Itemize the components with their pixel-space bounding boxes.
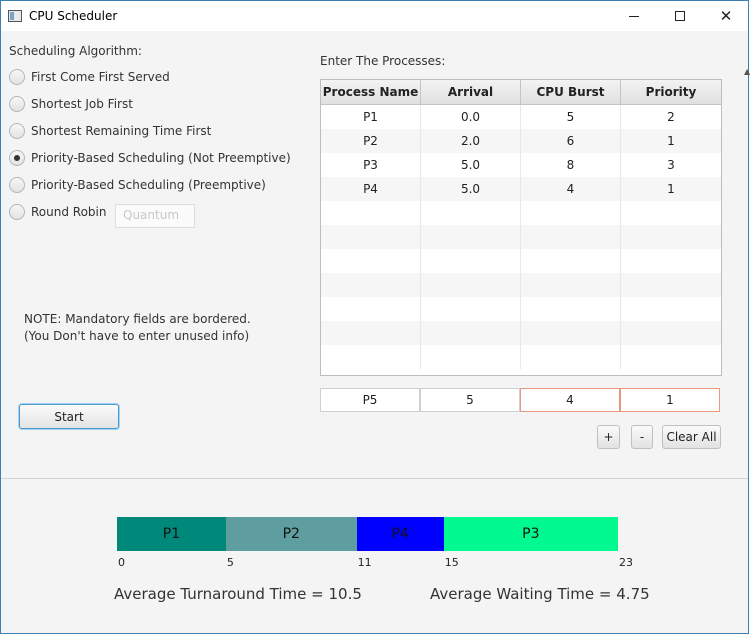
empty-row [321,201,721,225]
empty-row [321,225,721,249]
cell-arrival: 5.0 [421,177,521,201]
app-window: CPU Scheduler ✕ Scheduling Algorithm: Fi… [0,0,751,634]
radio-round-robin[interactable]: Round Robin [9,203,106,221]
priority-input[interactable]: 1 [620,388,720,412]
radio-priority-nonpreemptive[interactable]: Priority-Based Scheduling (Not Preemptiv… [9,149,291,167]
window-title: CPU Scheduler [29,9,118,23]
cell-arrival: 5.0 [421,153,521,177]
avg-waiting-time: Average Waiting Time = 4.75 [430,585,650,603]
table-header: Process Name Arrival CPU Burst Priority [321,80,721,105]
empty-row [321,321,721,345]
radio-label: Shortest Remaining Time First [31,124,212,138]
column-header-arrival[interactable]: Arrival [421,80,521,104]
table-row[interactable]: P2 2.0 6 1 [321,129,721,153]
note-line-1: NOTE: Mandatory fields are bordered. [24,312,251,326]
cell-priority: 2 [667,110,675,124]
table-row[interactable]: P3 5.0 8 3 [321,153,721,177]
radio-label: First Come First Served [31,70,170,84]
cell-priority: 3 [667,158,675,172]
title-bar: CPU Scheduler ✕ [1,1,748,31]
column-header-priority[interactable]: Priority [621,80,721,104]
cell-cpu-burst: 4 [521,177,621,201]
cell-process-name: P4 [321,177,421,201]
gantt-block-p2: P2 [225,517,357,551]
minimize-button[interactable] [611,1,657,31]
cell-process-name: P3 [321,153,421,177]
gantt-tick-label: 23 [619,556,633,569]
processes-heading: Enter The Processes: [320,54,446,68]
table-row[interactable]: P4 5.0 4 1 [321,177,721,201]
table-row[interactable]: P1 0.0 5 2 [321,105,721,129]
cell-process-name: P1 [321,105,421,129]
cell-cpu-burst: 6 [521,129,621,153]
maximize-button[interactable] [657,1,703,31]
note-line-2: (You Don't have to enter unused info) [24,329,250,343]
cell-arrival: 2.0 [421,129,521,153]
avg-turnaround-time: Average Turnaround Time = 10.5 [114,585,362,603]
column-header-process-name[interactable]: Process Name [321,80,421,104]
close-button[interactable]: ✕ [703,1,749,31]
cell-priority: 1 [667,182,675,196]
radio-fcfs[interactable]: First Come First Served [9,68,170,86]
radio-srtf[interactable]: Shortest Remaining Time First [9,122,211,140]
arrival-input[interactable]: 5 [420,388,520,412]
radio-label: Priority-Based Scheduling (Preemptive) [31,178,266,192]
empty-row [321,249,721,273]
radio-priority-preemptive[interactable]: Priority-Based Scheduling (Preemptive) [9,176,266,194]
radio-button[interactable] [9,69,25,85]
radio-button[interactable] [9,123,25,139]
gantt-tick-label: 0 [118,556,125,569]
gantt-block-p1: P1 [117,517,226,551]
empty-row [321,297,721,321]
radio-button-selected[interactable] [9,150,25,166]
radio-sjf[interactable]: Shortest Job First [9,95,133,113]
column-header-cpu-burst[interactable]: CPU Burst [521,80,621,104]
section-divider [1,478,748,479]
clear-all-button[interactable]: Clear All [662,425,721,449]
maximize-icon [675,11,685,21]
gantt-tick-label: 5 [226,556,234,569]
radio-button[interactable] [9,204,25,220]
cell-arrival: 0.0 [421,105,521,129]
radio-button[interactable] [9,96,25,112]
resize-edge-icon: ▲ [744,67,751,76]
cell-priority: 1 [667,134,675,148]
cell-cpu-burst: 8 [521,153,621,177]
gantt-tick-label: 11 [357,556,372,569]
gantt-block-p4: P4 [356,517,444,551]
cpu-burst-input[interactable]: 4 [520,388,620,412]
gantt-block-p3: P3 [443,517,618,551]
gantt-tick-label: 15 [444,556,459,569]
radio-label: Priority-Based Scheduling (Not Preemptiv… [31,151,291,165]
close-icon: ✕ [719,7,733,25]
algorithm-heading: Scheduling Algorithm: [9,44,142,58]
remove-process-button[interactable]: - [631,425,653,449]
process-table[interactable]: Process Name Arrival CPU Burst Priority … [320,79,722,376]
quantum-input[interactable]: Quantum [115,204,195,228]
process-name-input[interactable]: P5 [320,388,420,412]
radio-button[interactable] [9,177,25,193]
empty-row [321,345,721,369]
cell-process-name: P2 [321,129,421,153]
add-process-button[interactable]: + [597,425,620,449]
minimize-icon [629,15,639,17]
empty-row [321,273,721,297]
app-window-icon [8,10,22,22]
radio-label: Shortest Job First [31,97,133,111]
cell-cpu-burst: 5 [521,105,621,129]
radio-label: Round Robin [31,205,107,219]
start-button[interactable]: Start [19,404,119,429]
